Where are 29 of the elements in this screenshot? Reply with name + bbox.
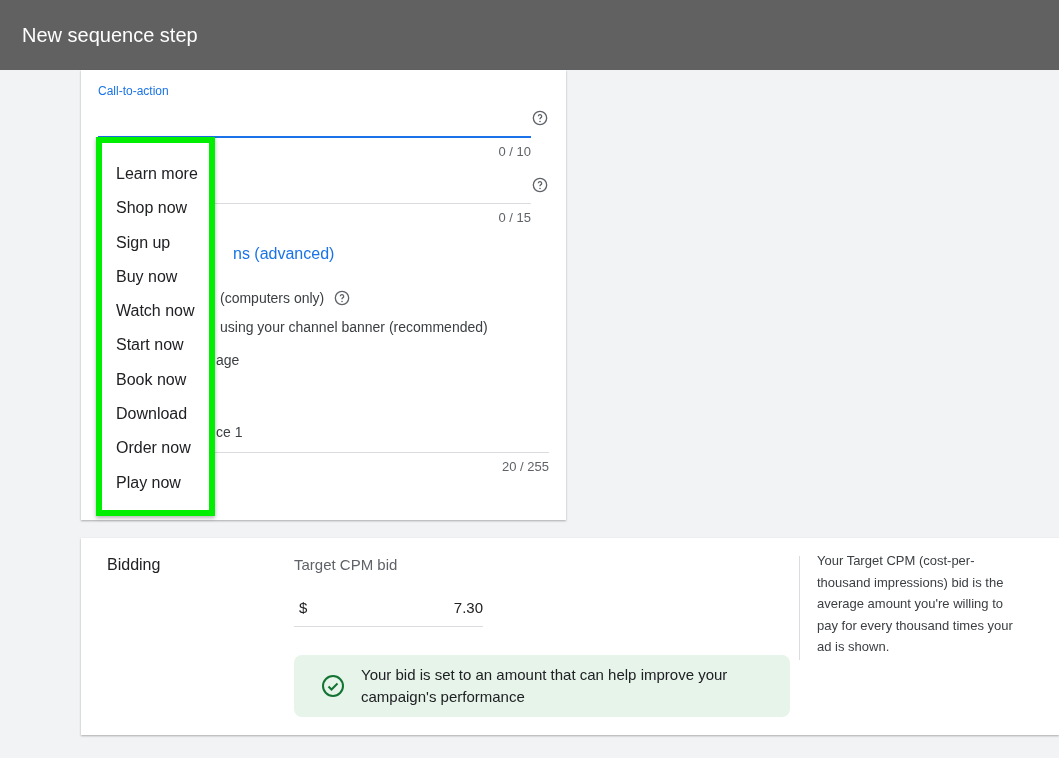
character-counter: 0 / 10 — [498, 144, 531, 159]
notice-text: Your bid is set to an amount that can help improve your campaign's performance — [361, 665, 729, 707]
option-label: using your channel banner (recommended) — [220, 319, 489, 335]
menu-item[interactable]: Book now — [102, 362, 209, 398]
menu-item[interactable]: Download — [102, 397, 209, 432]
menu-item[interactable]: Order now — [102, 431, 209, 466]
menu-item[interactable]: Watch now — [102, 294, 209, 329]
field-label: Call-to-action — [98, 84, 170, 100]
bid-input-field[interactable]: $ 7.30 — [294, 591, 483, 627]
page-title: New sequence step — [22, 23, 198, 47]
help-icon[interactable] — [334, 290, 351, 306]
menu-item[interactable]: Play now — [102, 465, 209, 500]
field-value: ce 1 — [216, 424, 244, 440]
section-title: Bidding — [106, 556, 162, 575]
companion-label: (computers only) — [220, 290, 325, 306]
menu-item[interactable]: Shop now — [102, 191, 209, 226]
help-icon[interactable] — [532, 110, 548, 126]
menu-item[interactable]: Buy now — [102, 259, 209, 295]
option-label: age — [216, 352, 241, 368]
menu-item[interactable]: Learn more — [102, 157, 209, 192]
menu-item[interactable]: Start now — [102, 328, 209, 363]
menu-item[interactable]: Sign up — [102, 225, 209, 260]
bid-label: Target CPM bid — [294, 556, 399, 573]
check-circle-icon — [321, 674, 345, 698]
help-icon[interactable] — [532, 177, 548, 193]
character-counter: 20 / 255 — [501, 459, 549, 474]
help-text: Your Target CPM (cost-per-thousand impressions) bid is the average amount you're willing to pay for every thousand times your ad is shown. — [817, 552, 1014, 656]
character-counter: 0 / 15 — [498, 210, 531, 225]
advanced-options-link[interactable]: ns (advanced) — [233, 245, 549, 263]
